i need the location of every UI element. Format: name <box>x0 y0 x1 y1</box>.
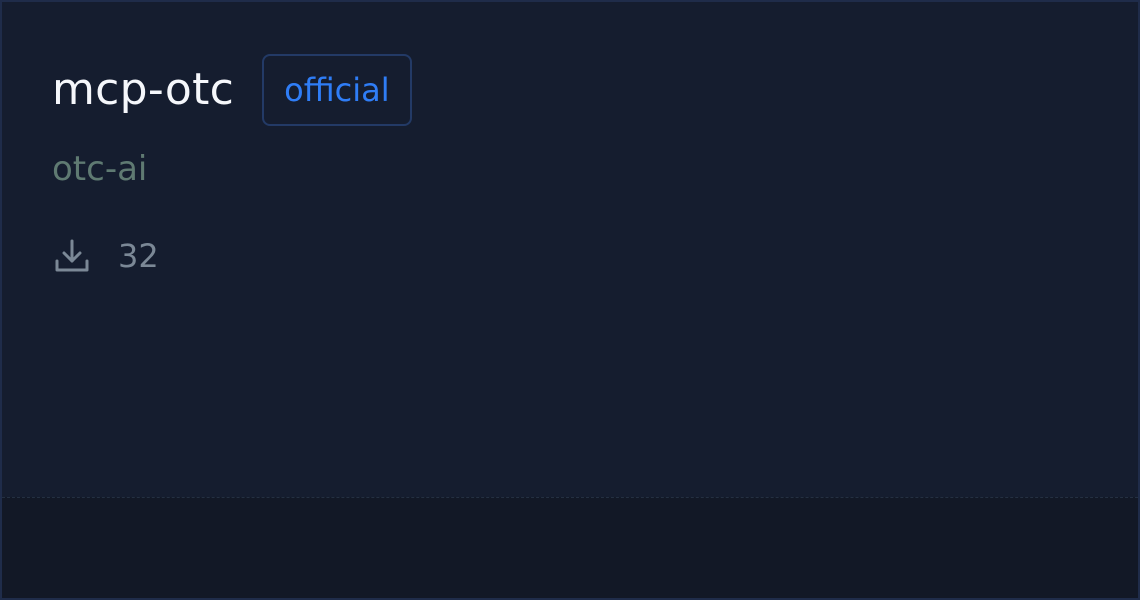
card-footer <box>2 497 1138 598</box>
download-count: 32 <box>118 237 159 275</box>
card-content: mcp-otc official otc-ai 32 <box>52 52 1088 276</box>
title-row: mcp-otc official <box>52 52 1088 128</box>
package-card[interactable]: mcp-otc official otc-ai 32 <box>0 0 1140 600</box>
official-badge: official <box>262 54 412 126</box>
package-title[interactable]: mcp-otc <box>52 52 234 128</box>
download-icon <box>52 236 92 276</box>
author-name[interactable]: otc-ai <box>52 148 1088 190</box>
download-stats: 32 <box>52 236 1088 276</box>
